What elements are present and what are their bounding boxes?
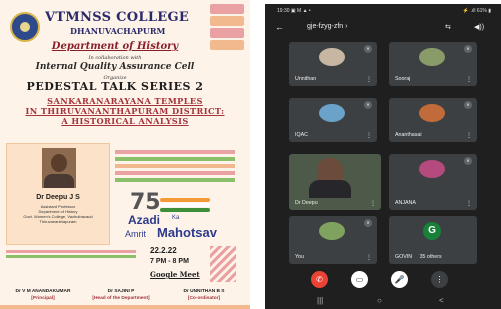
collab-text: In collaboration with	[88, 55, 142, 61]
home-icon[interactable]: ○	[377, 296, 382, 305]
department-title: Department of History	[51, 41, 179, 52]
participant-name: Dr Deepu	[295, 200, 318, 206]
avatar	[319, 104, 345, 122]
participant-tile[interactable]: ✕ Unnithan ⋮	[289, 42, 377, 86]
more-options-icon[interactable]: ⋮	[466, 132, 472, 139]
ka-text: Ka	[172, 215, 180, 221]
speaker-icon[interactable]: ◀))	[474, 23, 484, 31]
decorative-stripes-right	[115, 150, 235, 185]
android-nav-bar: ||| ○ <	[265, 294, 501, 309]
coordinator-name: Dr SAJINI P	[107, 289, 135, 294]
status-time: 19:30 ▣ M ▲ •	[277, 8, 311, 14]
others-count: 35 others	[419, 254, 442, 260]
coordinator-role: [Head of the Department]	[92, 296, 150, 301]
coordinator-hod: Dr SAJINI P [Head of the Department]	[86, 289, 156, 301]
back-arrow-icon[interactable]: ←	[275, 22, 284, 32]
azadi-text: Azadi	[128, 213, 161, 227]
camera-toggle-button[interactable]: ▭	[351, 271, 368, 288]
azadi-logo-75: 75	[130, 190, 161, 215]
status-indicators: ⚡ .ıll 61% ▮	[462, 8, 491, 14]
participant-name-govin: GOVIN	[395, 254, 413, 260]
back-icon[interactable]: <	[439, 296, 444, 305]
meeting-code[interactable]: gje-fzyg-zfn ›	[307, 23, 347, 30]
letter-avatar: G	[423, 222, 441, 240]
mic-off-icon: ✕	[464, 101, 472, 109]
speaker-card: Dr Deepu J S Assistant Professor Departm…	[6, 143, 110, 245]
more-options-icon[interactable]: ⋮	[370, 200, 376, 207]
speaker-name: Dr Deepu J S	[36, 194, 80, 201]
participant-name: GOVIN 35 others	[395, 254, 442, 260]
mahotsav-text: Mahotsav	[157, 225, 217, 240]
decorative-bars-left	[6, 250, 136, 260]
event-poster: VTMNSS COLLEGE DHANUVACHAPURM Department…	[0, 0, 250, 309]
mic-off-icon: ✕	[464, 157, 472, 165]
recent-apps-icon[interactable]: |||	[317, 296, 323, 305]
more-options-icon[interactable]: ⋮	[366, 76, 372, 83]
avatar	[419, 104, 445, 122]
participant-tile[interactable]: ✕ Sooraj ⋮	[389, 42, 477, 86]
mic-off-icon: ✕	[364, 45, 372, 53]
event-date: 22.2.22	[150, 246, 177, 255]
speaker-city: Thiruvananthapuram	[39, 219, 77, 224]
college-name: VTMNSS COLLEGE	[45, 10, 190, 25]
participant-name: Unnithan	[295, 76, 317, 82]
talk-topic: SANKARANARAYANA TEMPLES IN THIRUVANANTHA…	[0, 96, 250, 126]
avatar	[419, 48, 445, 66]
participant-video-tile[interactable]: Dr Deepu ⋮	[289, 154, 381, 210]
bottom-band	[0, 305, 250, 309]
mic-off-icon: ✕	[364, 219, 372, 227]
mic-off-icon: ✕	[464, 45, 472, 53]
zigzag-decoration	[210, 246, 236, 282]
topic-line-3: A HISTORICAL ANALYSIS	[61, 116, 189, 126]
coordinator-role: [Principal]	[31, 296, 55, 301]
coordinator-main: Dr UNNITHAN B S [Co-ordinator]	[166, 289, 242, 301]
series-title: PEDESTAL TALK SERIES 2	[26, 80, 204, 93]
coordinator-role: [Co-ordinator]	[187, 296, 221, 301]
event-platform: Google Meet	[150, 270, 200, 279]
participant-name: ANJANA	[395, 200, 416, 206]
status-bar: 19:30 ▣ M ▲ • ⚡ .ıll 61% ▮	[265, 4, 501, 17]
participant-name: You	[295, 254, 304, 260]
others-tile[interactable]: G GOVIN 35 others	[389, 216, 477, 264]
participant-name: Ananthasai	[395, 132, 422, 138]
speaker-photo	[42, 148, 76, 188]
speaker-info: Assistant Professor Department of Histor…	[7, 204, 109, 224]
participant-name: Sooraj	[395, 76, 411, 82]
more-options-icon[interactable]: ⋮	[366, 132, 372, 139]
call-controls: ✆ ▭ 🎤 ⋮	[265, 268, 501, 292]
mic-off-icon: ✕	[364, 101, 372, 109]
end-call-button[interactable]: ✆	[311, 271, 328, 288]
tricolor-flag-icon	[160, 198, 210, 214]
participant-tile-self[interactable]: ✕ You ⋮	[289, 216, 377, 264]
meet-app-bar: ← gje-fzyg-zfn › ⇆ ◀))	[265, 17, 501, 37]
participant-tile[interactable]: ✕ Ananthasai ⋮	[389, 98, 477, 142]
more-options-icon[interactable]: ⋮	[366, 254, 372, 261]
college-logo	[10, 12, 40, 42]
coordinator-name: Dr V M ANANDAKUMAR	[15, 289, 71, 294]
coordinator-principal: Dr V M ANANDAKUMAR [Principal]	[8, 289, 78, 301]
mic-toggle-button[interactable]: 🎤	[391, 271, 408, 288]
iqac-title: Internal Quality Assurance Cell	[35, 62, 195, 72]
avatar	[319, 48, 345, 66]
switch-camera-icon[interactable]: ⇆	[445, 23, 451, 31]
college-place: DHANUVACHAPURM	[70, 26, 166, 36]
coordinator-name: Dr UNNITHAN B S	[183, 289, 225, 294]
more-button[interactable]: ⋮	[431, 271, 448, 288]
more-options-icon[interactable]: ⋮	[466, 76, 472, 83]
participant-name: IQAC	[295, 132, 308, 138]
participant-tile[interactable]: ✕ IQAC ⋮	[289, 98, 377, 142]
meet-phone-screen: 19:30 ▣ M ▲ • ⚡ .ıll 61% ▮ ← gje-fzyg-zf…	[265, 4, 501, 309]
event-time: 7 PM - 8 PM	[150, 258, 189, 265]
amrit-text: Amrit	[125, 229, 146, 239]
more-options-icon[interactable]: ⋮	[466, 200, 472, 207]
avatar	[319, 222, 345, 240]
topic-line-1: SANKARANARAYANA TEMPLES	[47, 96, 203, 106]
avatar	[419, 160, 445, 178]
topic-line-2: IN THIRUVANANTHAPURAM DISTRICT:	[25, 106, 225, 116]
participant-tile[interactable]: ✕ ANJANA ⋮	[389, 154, 477, 210]
